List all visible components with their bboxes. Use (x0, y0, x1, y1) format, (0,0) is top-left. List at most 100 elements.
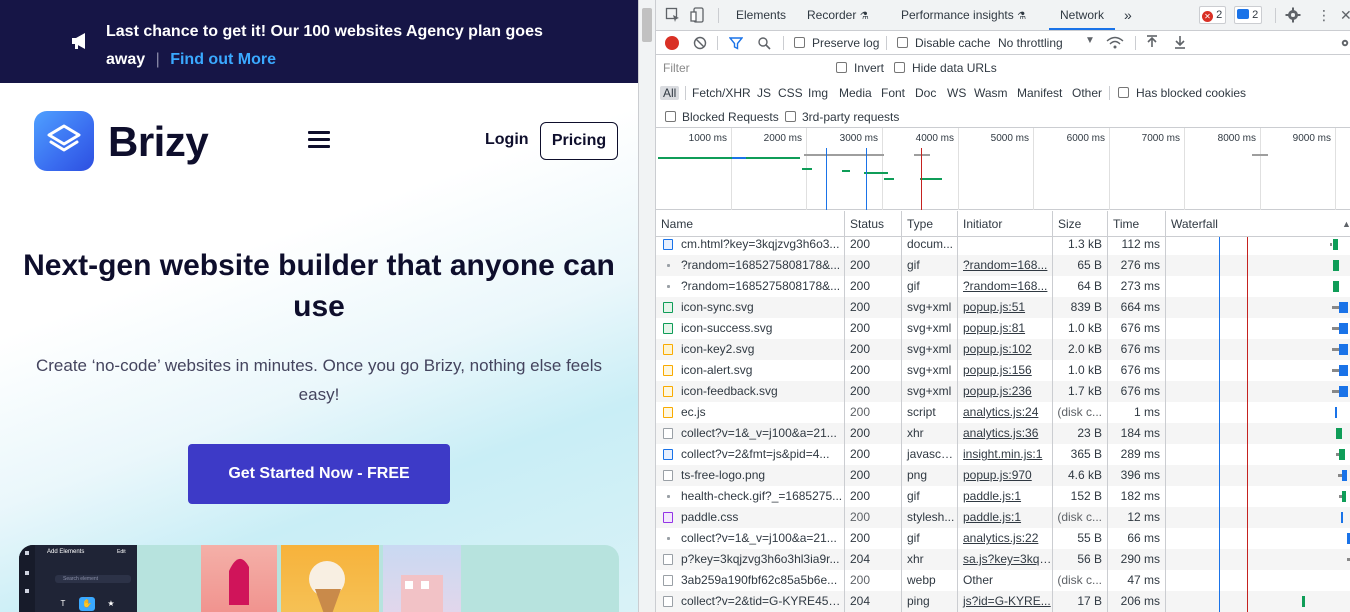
has-blocked-cookies-checkbox[interactable] (1118, 87, 1129, 98)
cell-initiator[interactable]: popup.js:156 (958, 360, 1053, 381)
filter-funnel-icon[interactable] (729, 36, 743, 50)
filter-type-img[interactable]: Img (808, 86, 828, 100)
cell-initiator[interactable]: js?id=G-KYRE... (958, 591, 1053, 612)
cell-initiator[interactable]: popup.js:236 (958, 381, 1053, 402)
overview-tick-label: 2000 ms (763, 133, 802, 144)
find-out-more-link[interactable]: Find out More (170, 51, 276, 68)
overview-request-bar (864, 172, 888, 174)
hamburger-menu-icon[interactable] (308, 131, 330, 149)
request-row[interactable]: icon-key2.svg 200 svg+xml popup.js:102 2.0 k… (656, 339, 1350, 360)
filter-type-wasm[interactable]: Wasm (974, 86, 1008, 100)
filter-type-doc[interactable]: Doc (915, 86, 936, 100)
network-conditions-icon[interactable] (1106, 36, 1124, 50)
blocked-requests-checkbox[interactable] (665, 111, 676, 122)
brizy-logo-icon[interactable] (34, 111, 94, 171)
column-header-status[interactable]: Status (845, 211, 902, 237)
get-started-button[interactable]: Get Started Now - FREE (188, 444, 450, 504)
tab-elements[interactable]: Elements (736, 0, 786, 30)
more-tabs-chevron-icon[interactable]: » (1124, 0, 1132, 30)
cell-type: svg+xml (902, 297, 958, 318)
column-header-initiator[interactable]: Initiator (958, 211, 1053, 237)
tab-recorder[interactable]: Recorder ⚗ (807, 0, 869, 30)
cell-initiator[interactable]: ?random=168... (958, 276, 1053, 297)
column-header-time[interactable]: Time (1108, 211, 1166, 237)
tab-performance-insights[interactable]: Performance insights ⚗ (901, 0, 1026, 30)
preserve-log-checkbox[interactable] (794, 37, 805, 48)
filter-type-font[interactable]: Font (881, 86, 905, 100)
request-row[interactable]: health-check.gif?_=1685275... 200 gif paddl… (656, 486, 1350, 507)
login-link[interactable]: Login (485, 131, 529, 149)
request-row[interactable]: collect?v=1&_v=j100&a=21... 200 gif analyti… (656, 528, 1350, 549)
request-row[interactable]: cm.html?key=3kqjzvg3h6o3... 200 docum... 1.… (656, 237, 1350, 255)
close-icon[interactable]: ✕ (1340, 0, 1350, 30)
import-har-icon[interactable] (1145, 35, 1159, 50)
cell-initiator[interactable]: popup.js:970 (958, 465, 1053, 486)
filter-type-css[interactable]: CSS (778, 86, 803, 100)
filter-type-ws[interactable]: WS (947, 86, 966, 100)
column-header-size[interactable]: Size (1053, 211, 1108, 237)
request-row[interactable]: ec.js 200 script analytics.js:24 (disk c... 1… (656, 402, 1350, 423)
chevron-down-icon[interactable]: ▼ (1085, 35, 1095, 46)
cell-initiator[interactable]: paddle.js:1 (958, 507, 1053, 528)
inspect-element-icon[interactable] (665, 7, 681, 23)
invert-checkbox[interactable] (836, 62, 847, 73)
filter-type-fetch-xhr[interactable]: Fetch/XHR (692, 86, 751, 100)
request-row[interactable]: icon-success.svg 200 svg+xml popup.js:81 1.0… (656, 318, 1350, 339)
record-icon[interactable] (665, 36, 679, 50)
request-row[interactable]: p?key=3kqjzvg3h6o3hl3ia9r... 204 xhr sa.js?… (656, 549, 1350, 570)
request-row[interactable]: icon-feedback.svg 200 svg+xml popup.js:236 1… (656, 381, 1350, 402)
hide-data-urls-checkbox[interactable] (894, 62, 905, 73)
request-row[interactable]: ?random=1685275808178&... 200 gif ?random=1… (656, 255, 1350, 276)
throttling-select[interactable]: No throttling (998, 36, 1063, 50)
request-row[interactable]: icon-sync.svg 200 svg+xml popup.js:51 839 B6… (656, 297, 1350, 318)
third-party-checkbox[interactable] (785, 111, 796, 122)
scrollbar-thumb[interactable] (642, 8, 652, 42)
sort-arrow-icon[interactable]: ▲ (1342, 211, 1350, 237)
cell-initiator[interactable]: paddle.js:1 (958, 486, 1053, 507)
filter-type-other[interactable]: Other (1072, 86, 1102, 100)
cell-initiator[interactable]: analytics.js:22 (958, 528, 1053, 549)
filter-input[interactable]: Filter (659, 59, 823, 77)
request-row[interactable]: ts-free-logo.png 200 png popup.js:970 4.6 kB… (656, 465, 1350, 486)
cell-initiator[interactable]: analytics.js:24 (958, 402, 1053, 423)
request-row[interactable]: icon-alert.svg 200 svg+xml popup.js:156 1.0 … (656, 360, 1350, 381)
cell-initiator[interactable]: sa.js?key=3kqj... (958, 549, 1053, 570)
megaphone-icon (72, 33, 85, 49)
clear-icon[interactable] (693, 36, 707, 50)
request-row[interactable]: collect?v=2&fmt=js&pid=4... 200 javascri..… (656, 444, 1350, 465)
filter-type-media[interactable]: Media (839, 86, 872, 100)
more-options-icon[interactable]: ⋮ (1317, 0, 1331, 30)
pricing-button[interactable]: Pricing (540, 122, 618, 160)
cell-initiator[interactable]: analytics.js:36 (958, 423, 1053, 444)
cell-initiator[interactable]: popup.js:81 (958, 318, 1053, 339)
message-badge[interactable]: 2 (1234, 6, 1263, 24)
request-row[interactable]: collect?v=1&_v=j100&a=21... 200 xhr analyti… (656, 423, 1350, 444)
search-icon[interactable] (757, 36, 771, 50)
error-badge[interactable]: ✕ 2 (1199, 6, 1227, 24)
column-header-waterfall[interactable]: Waterfall (1166, 211, 1350, 237)
filter-type-manifest[interactable]: Manifest (1017, 86, 1062, 100)
export-har-icon[interactable] (1173, 35, 1187, 50)
request-row[interactable]: collect?v=2&tid=G-KYRE45J... 204 ping js?id… (656, 591, 1350, 612)
page-scrollbar[interactable] (638, 0, 656, 612)
brand-name[interactable]: Brizy (108, 118, 209, 166)
settings-gear-icon[interactable] (1285, 7, 1301, 23)
column-header-type[interactable]: Type (902, 211, 958, 237)
filter-type-all[interactable]: All (660, 86, 680, 100)
device-toolbar-icon[interactable] (690, 7, 706, 23)
request-row[interactable]: 3ab259a190fbf62c85a5b6e... 200 webp Other (d… (656, 570, 1350, 591)
request-row[interactable]: ?random=1685275808178&... 200 gif ?random=1… (656, 276, 1350, 297)
tab-network[interactable]: Network (1049, 0, 1115, 30)
disable-cache-checkbox[interactable] (897, 37, 908, 48)
cell-initiator[interactable]: popup.js:51 (958, 297, 1053, 318)
network-overview-timeline[interactable]: 1000 ms 2000 ms 3000 ms 4000 ms 5000 ms 6000 … (656, 128, 1350, 210)
cell-initiator[interactable]: ?random=168... (958, 255, 1053, 276)
filter-type-js[interactable]: JS (757, 86, 771, 100)
network-settings-gear-icon[interactable] (1340, 36, 1350, 50)
cell-initiator[interactable]: popup.js:102 (958, 339, 1053, 360)
request-row[interactable]: paddle.css 200 stylesh... paddle.js:1 (disk … (656, 507, 1350, 528)
cell-size: (disk c... (1053, 507, 1108, 528)
cell-time: 676 ms (1108, 318, 1166, 339)
cell-initiator[interactable]: insight.min.js:1 (958, 444, 1053, 465)
column-header-name[interactable]: Name (656, 211, 845, 237)
